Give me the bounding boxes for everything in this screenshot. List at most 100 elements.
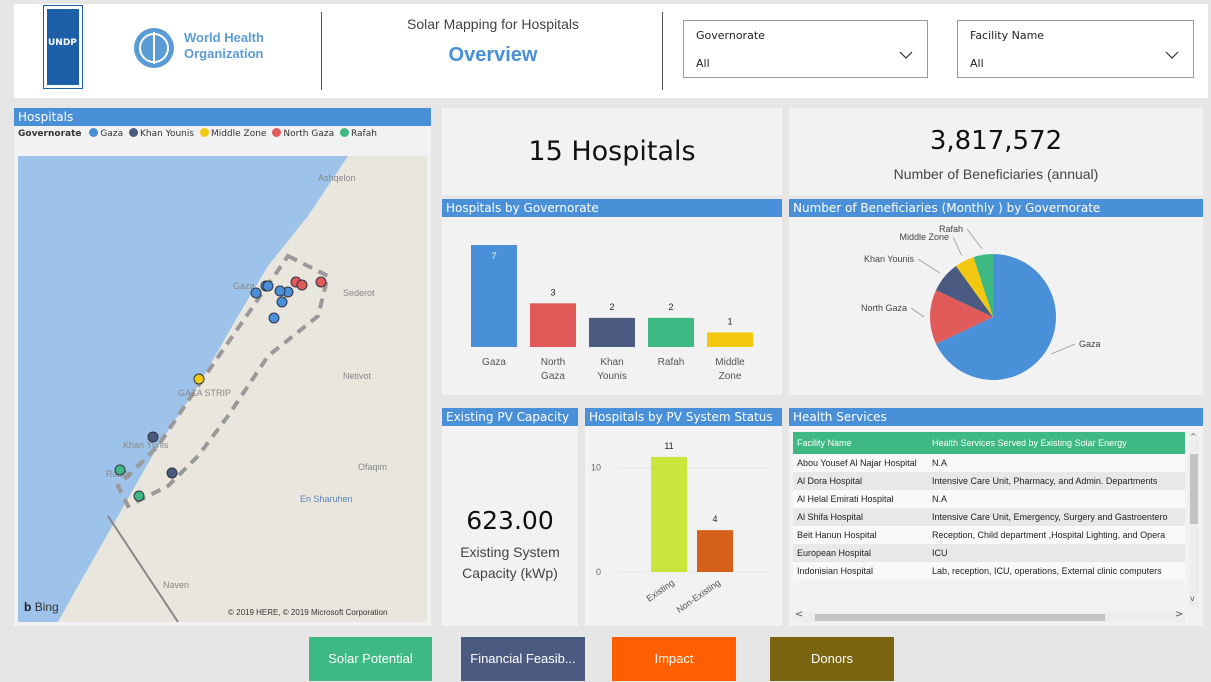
beneficiaries-pie-chart[interactable]: GazaNorth GazaKhan YounisMiddle ZoneRafa… [789,217,1203,395]
beneficiaries-by-governorate-panel: Number of Beneficiaries (Monthly ) by Go… [789,199,1203,395]
column-header-facility[interactable]: Facility Name [793,432,928,454]
health-services-panel: Health Services Facility Name Health Ser… [789,408,1203,626]
hospital-marker-gaza[interactable] [262,280,274,292]
table-row[interactable]: European Hospital ICU [793,544,1185,562]
legend-label: Khan Younis [139,129,195,139]
bar-value-label: 7 [491,251,496,261]
map-label-sederot: Sederot [343,288,375,298]
legend-label: Gaza [100,129,124,139]
health-services-cell: Intensive Care Unit, Pharmacy, and Admin… [928,472,1185,490]
table-row[interactable]: Al Dora Hospital Intensive Care Unit, Pha… [793,472,1185,490]
bar-value-label: 2 [668,302,673,312]
hospital-marker-rafah[interactable] [114,464,126,476]
pie-slice-label: Khan Younis [864,254,915,264]
y-tick-label: 10 [591,462,601,472]
governorate-chart-title: Hospitals by Governorate [442,199,782,217]
hospital-marker-middle-zone[interactable] [193,373,205,385]
horizontal-scrollbar[interactable]: < > [793,609,1185,622]
kpi-hospitals-value: 15 [528,136,563,167]
vertical-scrollbar[interactable]: ^ v [1189,432,1199,608]
impact-button[interactable]: Impact [612,637,736,681]
donors-button[interactable]: Donors [770,637,894,681]
header-divider-right [662,12,663,90]
column-header-services[interactable]: Health Services Served by Existing Solar… [928,432,1185,454]
hospital-marker-khan-younis[interactable] [166,467,178,479]
category-tick-label: North [541,357,565,368]
hospital-marker-north-gaza[interactable] [296,279,308,291]
governorate-value: All [696,57,710,70]
category-tick-label: Zone [719,371,742,382]
scroll-left-icon[interactable]: < [795,609,803,620]
facility-name-dropdown[interactable]: Facility Name All [957,20,1194,78]
table-row[interactable]: Beit Hanun Hospital Reception, Child depa… [793,526,1185,544]
hospital-marker-gaza[interactable] [250,287,262,299]
scroll-right-icon[interactable]: > [1175,609,1183,620]
category-tick-label: Rafah [658,357,685,368]
bing-label: Bing [34,600,59,614]
hospitals-map[interactable]: Ashqelon Gaza Sederot Netivot GAZA STRIP… [18,156,427,622]
scroll-up-icon[interactable]: ^ [1190,432,1197,441]
bar-rafah [648,317,694,347]
table-row[interactable]: Indonisian Hospital Lab, reception, ICU, … [793,562,1185,580]
table-row[interactable]: Al Helal Emirati Hospital N.A [793,490,1185,508]
map-label-netivot: Netivot [343,371,372,381]
pv-status-chart[interactable]: 0 10 11 Existing 4 Non-Existing [585,426,782,626]
pv-capacity-title: Existing PV Capacity [442,408,578,426]
legend-dot [89,128,99,137]
hospital-marker-gaza[interactable] [276,296,288,308]
bar-non-existing [697,530,733,572]
facility-name-label: Facility Name [970,29,1045,42]
map-label-naven: Naven [163,580,189,590]
scrollbar-thumb[interactable] [815,614,1105,621]
health-services-cell: Intensive Care Unit, Emergency, Surgery … [928,508,1185,526]
legend-item-gaza[interactable]: Gaza [89,128,124,139]
financial-feasibility-button[interactable]: Financial Feasib... [461,637,585,681]
bing-icon: b [24,600,32,614]
legend-dot [339,128,349,137]
facility-name-value: All [970,57,984,70]
legend-label: Rafah [350,129,377,139]
kpi-hospitals-unit: Hospitals [571,136,696,167]
map-label-ofaqim: Ofaqim [358,462,387,472]
category-tick-label: Gaza [541,371,565,382]
scroll-down-icon[interactable]: v [1190,594,1195,603]
solar-potential-button[interactable]: Solar Potential [309,637,432,681]
kpi-beneficiaries-caption: Number of Beneficiaries (annual) [893,166,1099,182]
legend-item-khan-younis[interactable]: Khan Younis [128,128,195,139]
hospitals-by-governorate-panel: Hospitals by Governorate 7 Gaza 3 North Gaza… [442,199,782,395]
pv-capacity-panel: Existing PV Capacity 623.00 Existing Sys… [442,408,578,626]
legend-dot [199,128,209,137]
scrollbar-thumb[interactable] [1190,454,1198,524]
category-tick-label: Gaza [482,357,506,368]
facility-name-cell: Beit Hanun Hospital [793,526,928,544]
health-services-table: Facility Name Health Services Served by … [793,432,1185,580]
health-services-cell: N.A [928,454,1185,472]
legend-label: North Gaza [283,129,335,139]
page-title: Overview [448,44,538,66]
bar-middle-zone [707,332,753,347]
header-divider-left [321,12,322,90]
bar-value-label: 3 [550,287,555,297]
health-services-cell: ICU [928,544,1185,562]
governorate-dropdown[interactable]: Governorate All [683,20,928,78]
pv-status-chart-title: Hospitals by PV System Status [585,408,782,426]
bar-existing [651,456,687,572]
pie-leader-line [910,307,925,318]
pie-slice-label: Rafah [939,224,963,234]
hospital-marker-rafah[interactable] [133,490,145,502]
pie-leader-line [917,258,941,274]
legend-item-rafah[interactable]: Rafah [339,128,377,139]
hospital-marker-khan-younis[interactable] [147,431,159,443]
legend-item-north-gaza[interactable]: North Gaza [272,128,335,139]
pv-capacity-caption-line1: Existing System [460,544,560,560]
hospital-marker-gaza[interactable] [268,312,280,324]
hospital-marker-north-gaza[interactable] [315,276,327,288]
table-row[interactable]: Abou Yousef Al Najar Hospital N.A [793,454,1185,472]
map-label-en-sharuhen: En Sharuhen [300,494,353,504]
table-row[interactable]: Al Shifa Hospital Intensive Care Unit, Em… [793,508,1185,526]
bar-value-label: 1 [727,316,732,326]
hospital-marker-gaza[interactable] [274,285,286,297]
header-bar: UNDP World Health Organization Solar Map… [14,4,1208,98]
legend-item-middle-zone[interactable]: Middle Zone [199,128,266,139]
hospitals-by-governorate-chart[interactable]: 7 Gaza 3 North Gaza 2 Khan Younis 2 Rafah 1 Middle Z… [442,217,782,395]
